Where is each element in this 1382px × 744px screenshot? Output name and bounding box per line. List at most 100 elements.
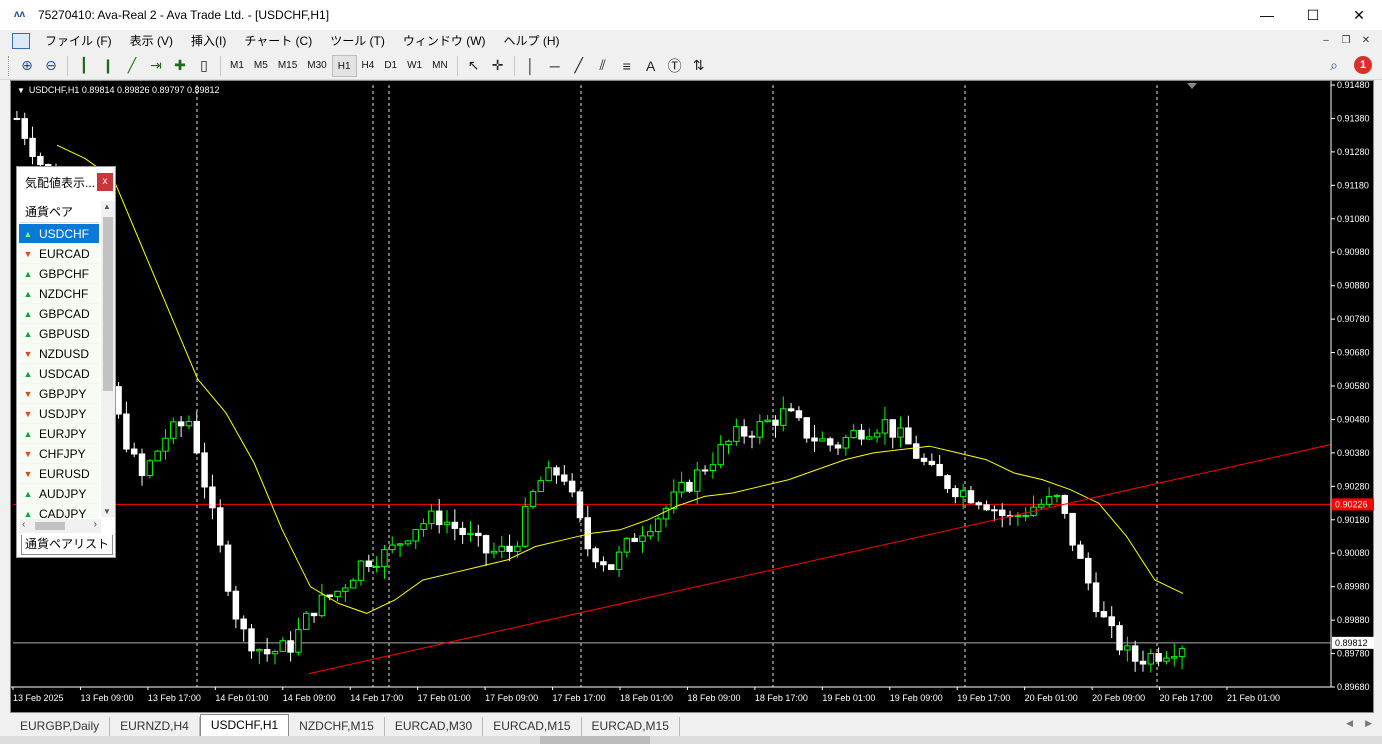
chart-shift-icon[interactable]: ▯ — [192, 55, 216, 77]
scroll-down-icon[interactable]: ▼ — [103, 507, 111, 516]
close-icon[interactable]: ✕ — [1336, 0, 1382, 30]
minimize-icon[interactable]: — — [1244, 0, 1290, 30]
horizontal-line-icon[interactable]: ─ — [543, 55, 567, 77]
cursor-icon[interactable]: ↖ — [462, 55, 486, 77]
text-label-icon[interactable]: Ⓣ — [663, 55, 687, 77]
y-tick-label: 0.89680 — [1337, 682, 1370, 692]
scroll-left-icon[interactable]: ‹ — [22, 519, 25, 530]
candle-body — [873, 432, 881, 438]
search-icon[interactable]: ⌕ — [1322, 54, 1346, 76]
tab-prev-icon[interactable]: ◀ — [1346, 718, 1353, 729]
mdi-close-icon[interactable]: ✕ — [1358, 34, 1374, 48]
list-item[interactable]: ▲ EURJPY — [19, 424, 99, 444]
period-w1[interactable]: W1 — [402, 55, 427, 77]
candlestick-icon[interactable]: ❙ — [96, 55, 120, 77]
list-item[interactable]: ▼ CHFJPY — [19, 444, 99, 464]
x-tick-label: 18 Feb 09:00 — [687, 693, 740, 703]
symbol-name: EURCAD — [39, 246, 90, 261]
chart-tab[interactable]: EURCAD,M30 — [385, 717, 484, 736]
equidistant-channel-icon[interactable]: ⫽ — [591, 55, 615, 77]
menu-file[interactable]: ファイル (F) — [36, 30, 121, 52]
mdi-minimize-icon[interactable]: – — [1318, 34, 1334, 48]
scroll-thumb[interactable] — [103, 217, 113, 391]
tab-next-icon[interactable]: ▶ — [1365, 718, 1372, 729]
arrow-down-icon: ▼ — [23, 348, 33, 359]
chart-tab[interactable]: USDCHF,H1 — [199, 714, 290, 736]
list-item[interactable]: ▲ GBPUSD — [19, 324, 99, 344]
period-m30[interactable]: M30 — [302, 55, 331, 77]
chart-tab[interactable]: NZDCHF,M15 — [289, 717, 385, 736]
bar-chart-icon[interactable]: ┃ — [72, 55, 96, 77]
candle-body — [936, 463, 943, 477]
period-mn[interactable]: MN — [427, 55, 453, 77]
maximize-icon[interactable]: ☐ — [1290, 0, 1336, 30]
zoom-in-icon[interactable]: ⊕ — [15, 55, 39, 77]
list-item[interactable]: ▲ AUDJPY — [19, 484, 99, 504]
text-icon[interactable]: A — [639, 55, 663, 77]
price-chart[interactable]: 0.91480 0.91380 0.91280 0.91180 0.91080 0.909… — [11, 81, 1375, 714]
y-tick-label: 0.90280 — [1337, 481, 1370, 491]
chart-area[interactable]: 0.91480 0.91380 0.91280 0.91180 0.91080 0.909… — [10, 80, 1374, 713]
mdi-restore-icon[interactable]: ❐ — [1338, 34, 1354, 48]
scroll-right-icon[interactable]: › — [94, 519, 97, 530]
toolbar-grip[interactable] — [8, 55, 11, 76]
arrows-icon[interactable]: ⇅ — [687, 55, 711, 77]
fibonacci-icon[interactable]: ≡ — [615, 55, 639, 77]
menu-view[interactable]: 表示 (V) — [121, 30, 182, 52]
list-item[interactable]: ▲ GBPCHF — [19, 264, 99, 284]
period-h1[interactable]: H1 — [331, 54, 357, 77]
auto-scroll-icon[interactable]: ⇥ — [144, 55, 168, 77]
list-item[interactable]: ▲ GBPCAD — [19, 304, 99, 324]
period-d1[interactable]: D1 — [379, 55, 402, 77]
list-item[interactable]: ▼ GBPJPY — [19, 384, 99, 404]
menu-insert[interactable]: 挿入(I) — [182, 30, 235, 52]
chart-menu-triangle-icon[interactable]: ▼ — [17, 86, 25, 95]
menu-help[interactable]: ヘルプ (H) — [495, 30, 569, 52]
candle-body — [600, 561, 607, 566]
candle-body — [443, 521, 451, 526]
chart-tab[interactable]: EURCAD,M15 — [483, 717, 582, 736]
symbol-name: EURUSD — [39, 466, 90, 481]
menu-window[interactable]: ウィンドウ (W) — [394, 30, 495, 52]
list-item[interactable]: ▼ EURCAD — [19, 244, 99, 264]
period-m1[interactable]: M1 — [225, 55, 249, 77]
menu-chart[interactable]: チャート (C) — [235, 30, 321, 52]
close-icon[interactable]: x — [97, 173, 113, 191]
candle-body — [428, 510, 435, 525]
chart-tab[interactable]: EURCAD,M15 — [582, 717, 680, 736]
period-h4[interactable]: H4 — [357, 55, 380, 77]
candle-body — [1131, 645, 1139, 662]
chart-tab[interactable]: EURNZD,H4 — [110, 717, 200, 736]
list-item[interactable]: ▲ USDCAD — [19, 364, 99, 384]
trendline-icon[interactable]: ╱ — [567, 55, 591, 77]
symbol-name: GBPCAD — [39, 306, 90, 321]
column-header-symbol[interactable]: 通貨ペア — [19, 201, 99, 223]
scroll-thumb[interactable] — [35, 522, 65, 530]
horizontal-scrollbar[interactable]: ‹ › — [19, 519, 101, 533]
line-chart-icon[interactable]: ╱ — [120, 55, 144, 77]
chart-window-icon[interactable] — [12, 33, 30, 49]
vertical-line-icon[interactable]: │ — [519, 55, 543, 77]
candle-body — [803, 417, 810, 439]
vertical-scrollbar[interactable]: ▲ ▼ — [101, 201, 115, 517]
period-m15[interactable]: M15 — [273, 55, 302, 77]
indicators-icon[interactable]: ✚ — [168, 55, 192, 77]
crosshair-icon[interactable]: ✛ — [486, 55, 510, 77]
list-item[interactable]: ▼ NZDUSD — [19, 344, 99, 364]
zoom-out-icon[interactable]: ⊖ — [39, 55, 63, 77]
candle-body — [373, 565, 380, 568]
chart-header: ▼ USDCHF,H1 0.89814 0.89826 0.89797 0.898… — [17, 85, 220, 95]
candle-body — [123, 413, 130, 450]
list-item[interactable]: ▼ EURUSD — [19, 464, 99, 484]
period-m5[interactable]: M5 — [249, 55, 273, 77]
chart-tab[interactable]: EURGBP,Daily — [10, 717, 111, 736]
list-item[interactable]: ▲ NZDCHF — [19, 284, 99, 304]
x-tick-label: 20 Feb 09:00 — [1092, 693, 1145, 703]
menu-tools[interactable]: ツール (T) — [321, 30, 394, 52]
scroll-up-icon[interactable]: ▲ — [103, 202, 111, 211]
tab-symbols[interactable]: 通貨ペアリスト — [21, 535, 113, 555]
notifications-icon[interactable]: 1 — [1354, 56, 1372, 74]
list-item[interactable]: ▲ CADJPY — [19, 504, 99, 518]
list-item[interactable]: ▼ USDJPY — [19, 404, 99, 424]
list-item[interactable]: ▲ USDCHF — [19, 224, 99, 244]
